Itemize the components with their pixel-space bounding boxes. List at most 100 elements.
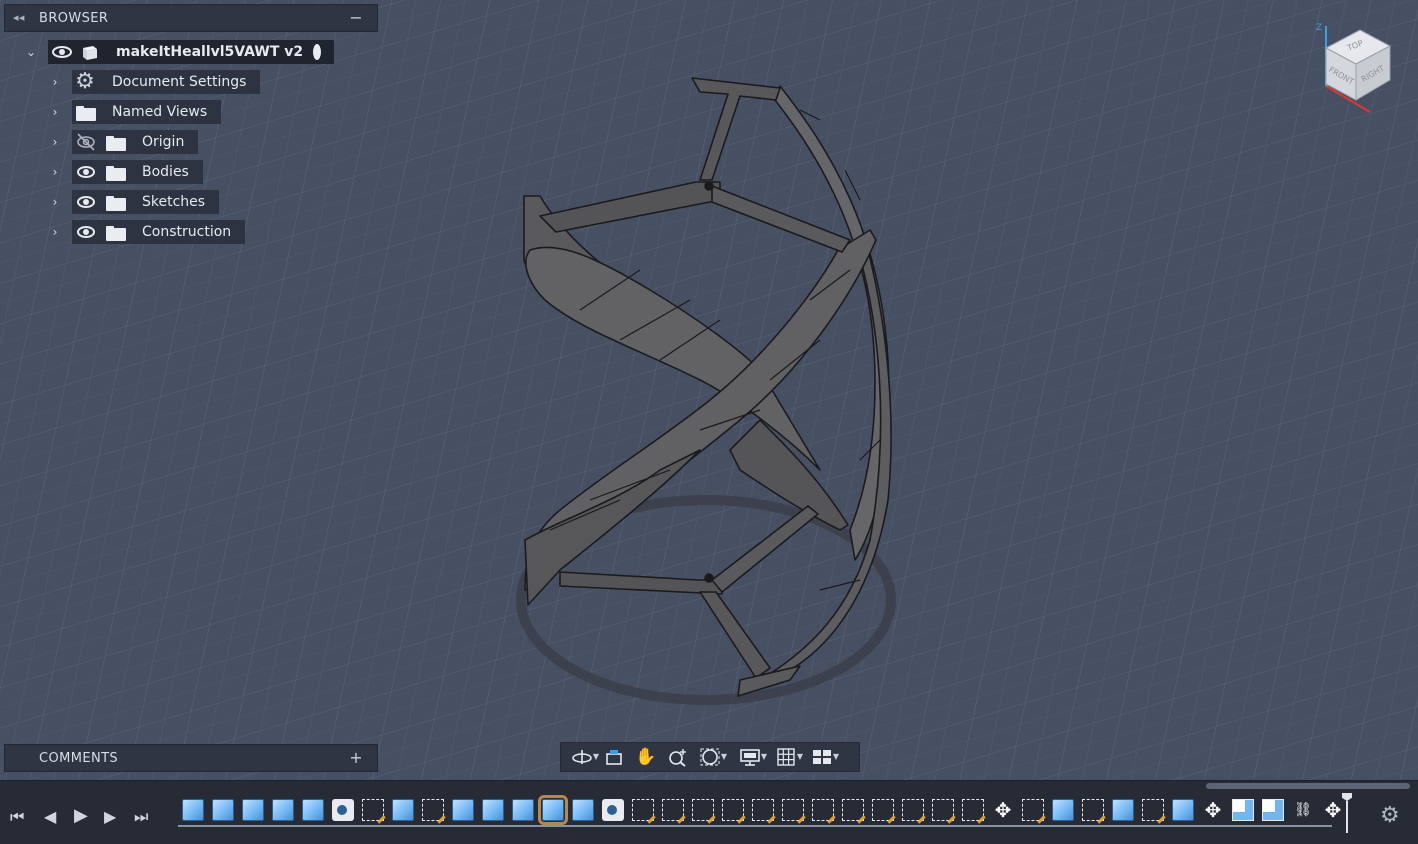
browser-item-document-settings[interactable]: › ⚙ Document Settings: [0, 70, 380, 94]
collapse-panel-icon[interactable]: ◂◂: [13, 11, 25, 24]
chevron-right-icon[interactable]: ›: [48, 105, 62, 119]
timeline-feature-extrude-icon[interactable]: [242, 799, 264, 821]
timeline-feature-extrude-icon[interactable]: [392, 799, 414, 821]
timeline-feature-sketch-icon[interactable]: [1082, 799, 1104, 821]
timeline-feature-sketch-icon[interactable]: [962, 799, 984, 821]
timeline-feature-body-icon[interactable]: [332, 799, 354, 821]
timeline-feature-move-icon[interactable]: ✥: [992, 799, 1014, 821]
timeline-feature-extrude-icon[interactable]: [572, 799, 594, 821]
dropdown-caret-icon[interactable]: ▼: [833, 752, 839, 761]
chevron-right-icon[interactable]: ›: [48, 75, 62, 89]
browser-item-origin[interactable]: › Origin: [0, 130, 380, 154]
timeline-feature-extrude-icon[interactable]: [272, 799, 294, 821]
timeline-feature-extrude-icon[interactable]: [182, 799, 204, 821]
timeline-feature-joint-icon[interactable]: ⛓: [1292, 799, 1314, 821]
timeline-feature-extrude-icon[interactable]: [512, 799, 534, 821]
timeline-feature-extrude-icon[interactable]: [302, 799, 324, 821]
timeline-feature-move-icon[interactable]: ✥: [1322, 799, 1344, 821]
zoom-button[interactable]: [663, 744, 693, 770]
step-forward-button[interactable]: ▶: [104, 807, 116, 826]
timeline-feature-sketch-icon[interactable]: [632, 799, 654, 821]
bodies-node[interactable]: Bodies: [72, 160, 203, 184]
timeline-feature-sketch-icon[interactable]: [932, 799, 954, 821]
display-settings-button[interactable]: ▼: [735, 744, 767, 770]
orbit-icon: [572, 750, 592, 764]
timeline-feature-extrude-icon[interactable]: [482, 799, 504, 821]
timeline-feature-extrude-icon[interactable]: [538, 795, 568, 825]
browser-item-construction[interactable]: › Construction: [0, 220, 380, 244]
grid-settings-icon: [777, 748, 795, 766]
go-to-start-button[interactable]: ⏮: [10, 807, 24, 827]
minimize-panel-button[interactable]: −: [349, 8, 363, 27]
browser-panel-header[interactable]: ◂◂ BROWSER −: [4, 4, 378, 32]
timeline-feature-extrude-icon[interactable]: [1172, 799, 1194, 821]
play-button[interactable]: ▶: [74, 805, 88, 826]
timeline-feature-extrude-icon[interactable]: [1052, 799, 1074, 821]
timeline-bar: ⏮ ◀ ▶ ▶ ⏭ ✥ ✥ ⛓ ✥ ⚙: [0, 780, 1418, 844]
add-comment-button[interactable]: +: [349, 748, 363, 767]
timeline-feature-sketch-icon[interactable]: [662, 799, 684, 821]
timeline-feature-sketch-icon[interactable]: [782, 799, 804, 821]
orbit-button[interactable]: ▼: [567, 744, 599, 770]
viewcube[interactable]: Z TOP FRONT RIGHT: [1312, 22, 1408, 118]
pan-icon: ✋: [635, 747, 657, 767]
dropdown-caret-icon[interactable]: ▼: [761, 752, 767, 761]
chevron-right-icon[interactable]: ›: [48, 225, 62, 239]
construction-node[interactable]: Construction: [72, 220, 246, 244]
timeline-feature-sketch-icon[interactable]: [902, 799, 924, 821]
fit-button[interactable]: ▼: [695, 744, 727, 770]
visibility-eye-icon[interactable]: [50, 40, 72, 64]
step-back-button[interactable]: ◀: [44, 807, 56, 826]
chevron-right-icon[interactable]: ›: [48, 165, 62, 179]
sketches-node[interactable]: Sketches: [72, 190, 220, 214]
dropdown-caret-icon[interactable]: ▼: [721, 752, 727, 761]
timeline-feature-body-icon[interactable]: [602, 799, 624, 821]
timeline-feature-sketch-icon[interactable]: [1022, 799, 1044, 821]
origin-node[interactable]: Origin: [72, 130, 199, 154]
visibility-eye-icon[interactable]: [74, 190, 95, 214]
browser-root-row[interactable]: ⌄ makeItHeallvl5VAWT v2: [0, 40, 380, 64]
timeline-feature-extrude-icon[interactable]: [452, 799, 474, 821]
timeline-feature-sketch-icon[interactable]: [752, 799, 774, 821]
chevron-right-icon[interactable]: ›: [48, 195, 62, 209]
timeline-feature-combine-icon[interactable]: [1262, 799, 1284, 821]
browser-item-named-views[interactable]: › Named Views: [0, 100, 380, 124]
timeline-feature-sketch-icon[interactable]: [722, 799, 744, 821]
timeline-feature-sketch-icon[interactable]: [872, 799, 894, 821]
timeline-feature-sketch-icon[interactable]: [842, 799, 864, 821]
folder-icon: [106, 194, 126, 211]
grid-settings-button[interactable]: ▼: [771, 744, 803, 770]
timeline-feature-move-icon[interactable]: ✥: [1202, 799, 1224, 821]
timeline-scrollbar[interactable]: [1206, 783, 1410, 789]
timeline-feature-sketch-icon[interactable]: [422, 799, 444, 821]
timeline-feature-sketch-icon[interactable]: [692, 799, 714, 821]
named-views-node[interactable]: Named Views: [72, 100, 222, 124]
timeline-feature-combine-icon[interactable]: [1232, 799, 1254, 821]
timeline-settings-gear-icon[interactable]: ⚙: [1380, 803, 1400, 828]
timeline-feature-sketch-icon[interactable]: [812, 799, 834, 821]
viewports-button[interactable]: ▼: [807, 744, 839, 770]
browser-item-bodies[interactable]: › Bodies: [0, 160, 380, 184]
root-component-node[interactable]: makeItHeallvl5VAWT v2: [48, 40, 334, 64]
hidden-eye-icon[interactable]: [74, 130, 95, 154]
visibility-eye-icon[interactable]: [74, 160, 95, 184]
zoom-icon: [669, 749, 686, 767]
timeline-feature-sketch-icon[interactable]: [362, 799, 384, 821]
timeline-feature-sketch-icon[interactable]: [1142, 799, 1164, 821]
timeline-feature-extrude-icon[interactable]: [1112, 799, 1134, 821]
active-component-radio-icon[interactable]: [313, 44, 322, 60]
browser-item-sketches[interactable]: › Sketches: [0, 190, 380, 214]
comments-panel-header[interactable]: COMMENTS +: [4, 744, 378, 772]
chevron-right-icon[interactable]: ›: [48, 135, 62, 149]
dropdown-caret-icon[interactable]: ▼: [797, 752, 803, 761]
document-settings-node[interactable]: ⚙ Document Settings: [72, 70, 261, 94]
visibility-eye-icon[interactable]: [74, 220, 95, 244]
fusion-app-window: Z TOP FRONT RIGHT ◂◂ BROWSER − ⌄ makeItH…: [0, 0, 1418, 844]
chevron-down-icon[interactable]: ⌄: [24, 45, 38, 59]
folder-icon: [76, 104, 96, 121]
timeline-marker[interactable]: [1342, 793, 1352, 833]
go-to-end-button[interactable]: ⏭: [134, 807, 148, 827]
timeline-feature-extrude-icon[interactable]: [212, 799, 234, 821]
pan-button[interactable]: ✋: [631, 744, 661, 770]
look-at-button[interactable]: [599, 744, 629, 770]
